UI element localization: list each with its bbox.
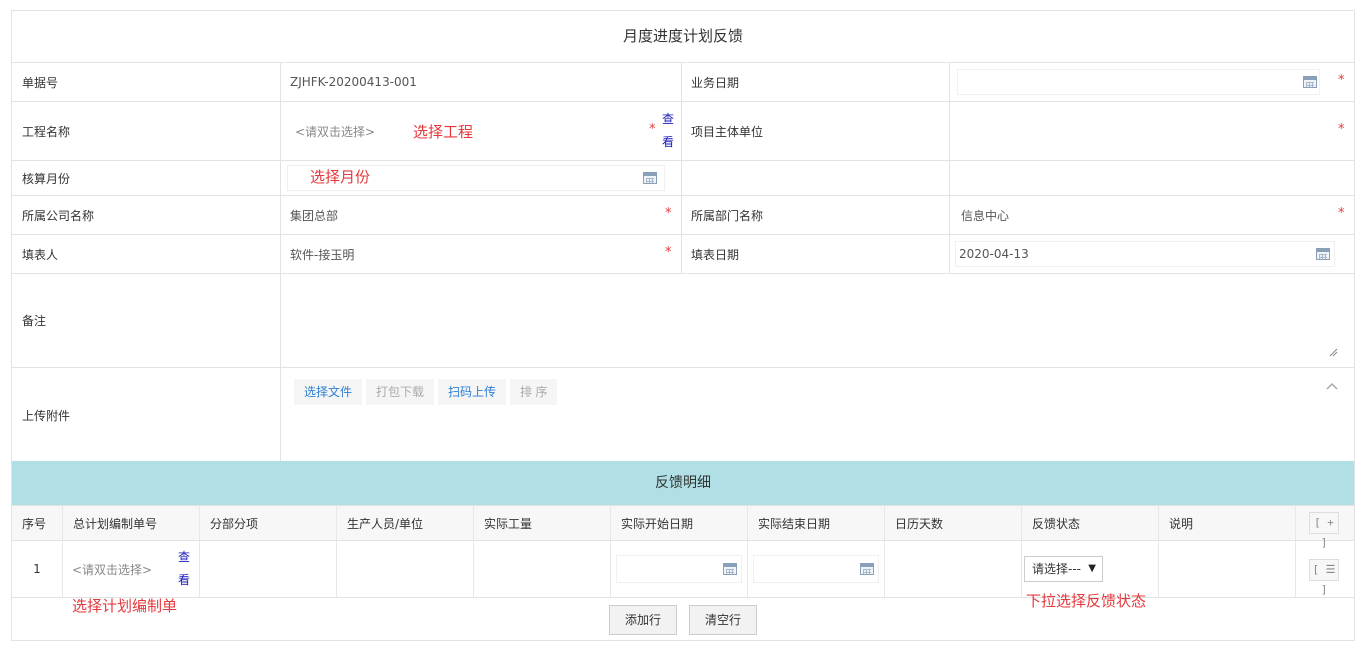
calendar-icon[interactable] [1303,76,1317,88]
add-row-icon-button[interactable]: [ + ] [1309,512,1339,549]
owner-unit-value[interactable] [949,102,1329,160]
required-mark: * [665,245,672,260]
remark-label: 备注 [22,314,47,328]
attachment-toolbar: 选择文件 打包下载 扫码上传 排 序 [294,379,558,405]
required-mark: * [1338,122,1345,137]
remark-textarea[interactable] [281,274,1354,367]
table-row: 1 <请双击选择> 查看 请选择--- ▼ [ ☰ ] [12,541,1354,598]
col-remark: 说明 [1159,506,1296,540]
biz-date-input[interactable] [957,69,1320,95]
attachment-label: 上传附件 [22,408,71,423]
col-actual-qty: 实际工量 [474,506,611,540]
detail-table-header: 序号 总计划编制单号 分部分项 生产人员/单位 实际工量 实际开始日期 实际结束… [12,505,1354,549]
feedback-status-value: 请选择--- [1032,562,1081,576]
chevron-up-icon[interactable] [1326,382,1338,390]
company-value[interactable]: 集团总部 [280,196,650,234]
choose-file-button[interactable]: 选择文件 [294,379,363,405]
col-plan-no: 总计划编制单号 [63,506,200,540]
feedback-form: 月度进度计划反馈 单据号 ZJHFK-20200413-001 业务日期 * 工… [11,10,1355,641]
col-end-date: 实际结束日期 [748,506,885,540]
filler-value[interactable]: 软件-接玉明 [280,235,650,273]
row-doc-no: 单据号 ZJHFK-20200413-001 业务日期 * [12,63,1354,102]
col-feedback-status: 反馈状态 [1022,506,1159,540]
col-sub-item: 分部分项 [200,506,337,540]
required-mark: * [1338,73,1345,88]
fill-date-label: 填表日期 [691,247,740,262]
fill-date-value: 2020-04-13 [959,247,1029,261]
col-index: 序号 [12,506,63,540]
feedback-status-select[interactable]: 请选择--- ▼ [1024,556,1103,582]
required-mark: * [1338,206,1345,221]
doc-no-label: 单据号 [22,75,59,90]
owner-unit-label: 项目主体单位 [691,124,764,139]
annotation-select-month: 选择月份 [310,168,371,186]
clear-rows-button[interactable]: 清空行 [689,605,758,635]
department-label: 所属部门名称 [691,208,764,223]
add-row-button[interactable]: 添加行 [609,605,678,635]
col-start-date: 实际开始日期 [611,506,748,540]
doc-no-value: ZJHFK-20200413-001 [290,75,417,89]
pack-download-button[interactable]: 打包下载 [366,379,435,405]
calendar-icon[interactable] [723,563,737,575]
row-company: 所属公司名称 集团总部 * 所属部门名称 信息中心 * [12,196,1354,235]
row-index: 1 [12,541,63,597]
calendar-days-cell [885,541,1022,597]
project-input[interactable]: <请双击选择> [285,102,405,160]
row-menu-icon-button[interactable]: [ ☰ ] [1309,559,1339,596]
detail-title: 反馈明细 [12,461,1354,505]
plan-view-link[interactable]: 查看 [177,546,191,592]
annotation-select-plan: 选择计划编制单 [72,597,178,615]
dropdown-arrow-icon: ▼ [1088,563,1096,574]
annotation-select-status: 下拉选择反馈状态 [1026,592,1147,610]
producer-cell[interactable] [337,541,474,597]
col-producer: 生产人员/单位 [337,506,474,540]
calendar-icon[interactable] [643,172,657,184]
month-label: 核算月份 [22,171,71,186]
sort-button[interactable]: 排 序 [510,379,558,405]
company-label: 所属公司名称 [22,208,95,223]
required-mark: * [665,206,672,221]
annotation-select-project: 选择工程 [413,123,474,141]
row-filler: 填表人 软件-接玉明 * 填表日期 2020-04-13 [12,235,1354,274]
sub-item-cell[interactable] [200,541,337,597]
col-calendar-days: 日历天数 [885,506,1022,540]
project-label: 工程名称 [22,124,71,139]
actual-qty-cell[interactable] [474,541,611,597]
resize-grip-icon[interactable] [1329,348,1338,357]
row-attachment: 上传附件 选择文件 打包下载 扫码上传 排 序 [12,368,1354,462]
remark-cell[interactable] [1159,541,1296,597]
calendar-icon[interactable] [860,563,874,575]
row-remark: 备注 [12,274,1354,368]
required-mark: * [649,122,656,137]
filler-label: 填表人 [22,247,59,262]
scan-upload-button[interactable]: 扫码上传 [438,379,507,405]
row-project: 工程名称 <请双击选择> 选择工程 * 查看 项目主体单位 * [12,102,1354,161]
calendar-icon[interactable] [1316,248,1330,260]
biz-date-label: 业务日期 [691,75,740,90]
department-value[interactable]: 信息中心 [951,196,1321,234]
form-title: 月度进度计划反馈 [12,11,1354,63]
project-view-link[interactable]: 查看 [661,108,675,154]
plan-no-input[interactable]: <请双击选择> [72,561,152,578]
row-month: 核算月份 选择月份 [12,161,1354,196]
